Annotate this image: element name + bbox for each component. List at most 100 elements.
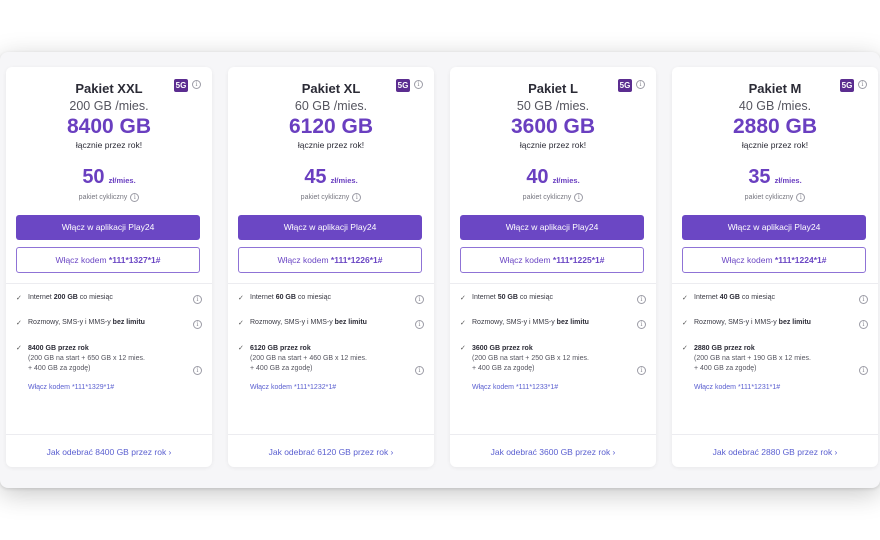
5g-badge: 5G: [174, 79, 188, 92]
divider: [672, 434, 878, 435]
feature-yearly-data: ✓ 6120 GB przez rok (200 GB na start + 4…: [238, 344, 424, 375]
how-to-get-link[interactable]: Jak odebrać 3600 GB przez rok ›: [450, 447, 656, 457]
info-icon[interactable]: i: [858, 80, 867, 89]
info-icon[interactable]: i: [193, 320, 202, 329]
info-icon[interactable]: i: [192, 80, 201, 89]
divider: [228, 434, 434, 435]
enable-in-app-button[interactable]: Włącz w aplikacji Play24: [16, 215, 200, 240]
feature-calls: ✓ Rozmowy, SMS-y i MMS-y bez limitu i: [238, 319, 424, 329]
price: 50 zł/mies.: [16, 166, 202, 189]
yearly-total-label: łącznie przez rok!: [519, 140, 587, 150]
info-icon[interactable]: i: [859, 295, 868, 304]
enable-by-code-button[interactable]: Włącz kodem *111*1327*1#: [16, 247, 200, 273]
activation-code: *111*1224*1#: [774, 255, 827, 265]
feature-yearly-data: ✓ 2880 GB przez rok (200 GB na start + 1…: [682, 344, 868, 375]
5g-badge: 5G: [840, 79, 854, 92]
offers-panel: 5G i Pakiet XXL 200 GB /mies. 8400 GB łą…: [0, 52, 880, 488]
extra-code-link[interactable]: Włącz kodem *111*1231*1#: [682, 384, 868, 391]
info-icon[interactable]: i: [859, 320, 868, 329]
price-unit: zł/mies.: [774, 176, 802, 185]
cycle-note: pakiet cykliczny i: [460, 193, 646, 202]
enable-by-code-button[interactable]: Włącz kodem *111*1224*1#: [682, 247, 866, 273]
feature-internet: ✓ Internet 50 GB co miesiąc i: [460, 294, 646, 304]
info-icon[interactable]: i: [415, 320, 424, 329]
package-card: 5G i Pakiet XXL 200 GB /mies. 8400 GB łą…: [6, 67, 212, 467]
info-icon[interactable]: i: [193, 366, 202, 375]
check-icon: ✓: [682, 345, 688, 352]
yearly-total: 2880 GB: [732, 115, 818, 138]
feature-calls: ✓ Rozmowy, SMS-y i MMS-y bez limitu i: [460, 319, 646, 329]
feature-yearly-data: ✓ 3600 GB przez rok (200 GB na start + 2…: [460, 344, 646, 375]
enable-by-code-button[interactable]: Włącz kodem *111*1225*1#: [460, 247, 644, 273]
feature-internet: ✓ Internet 200 GB co miesiąc i: [16, 294, 202, 304]
price-value: 50: [82, 166, 105, 188]
monthly-data: 60 GB /mies.: [294, 99, 368, 113]
package-card: 5G i Pakiet XL 60 GB /mies. 6120 GB łącz…: [228, 67, 434, 467]
yearly-total-label: łącznie przez rok!: [75, 140, 143, 150]
info-icon[interactable]: i: [859, 366, 868, 375]
monthly-data: 40 GB /mies.: [738, 99, 812, 113]
yearly-total-label: łącznie przez rok!: [297, 140, 365, 150]
info-icon[interactable]: i: [414, 80, 423, 89]
price: 40 zł/mies.: [460, 166, 646, 189]
feature-internet: ✓ Internet 40 GB co miesiąc i: [682, 294, 868, 304]
info-icon[interactable]: i: [130, 193, 140, 202]
price-value: 35: [748, 166, 771, 188]
price-value: 40: [526, 166, 549, 188]
feature-yearly-data: ✓ 8400 GB przez rok (200 GB na start + 6…: [16, 344, 202, 375]
yearly-total: 3600 GB: [510, 115, 596, 138]
check-icon: ✓: [460, 320, 466, 327]
monthly-data: 200 GB /mies.: [69, 99, 149, 113]
5g-badge: 5G: [618, 79, 632, 92]
check-icon: ✓: [682, 295, 688, 302]
cycle-label: pakiet cykliczny: [300, 194, 350, 201]
info-icon[interactable]: i: [193, 295, 202, 304]
cycle-note: pakiet cykliczny i: [16, 193, 202, 202]
info-icon[interactable]: i: [574, 193, 584, 202]
check-icon: ✓: [16, 345, 22, 352]
info-icon[interactable]: i: [637, 320, 646, 329]
price: 45 zł/mies.: [238, 166, 424, 189]
cycle-note: pakiet cykliczny i: [682, 193, 868, 202]
check-icon: ✓: [238, 345, 244, 352]
info-icon[interactable]: i: [352, 193, 362, 202]
check-icon: ✓: [460, 295, 466, 302]
code-prefix: Włącz kodem: [721, 255, 773, 265]
extra-code-link[interactable]: Włącz kodem *111*1232*1#: [238, 384, 424, 391]
divider: [672, 283, 878, 284]
package-cards: 5G i Pakiet XXL 200 GB /mies. 8400 GB łą…: [6, 67, 878, 467]
yearly-total: 8400 GB: [66, 115, 152, 138]
check-icon: ✓: [238, 295, 244, 302]
how-to-get-link[interactable]: Jak odebrać 6120 GB przez rok ›: [228, 447, 434, 457]
price: 35 zł/mies.: [682, 166, 868, 189]
divider: [228, 283, 434, 284]
divider: [6, 283, 212, 284]
feature-internet: ✓ Internet 60 GB co miesiąc i: [238, 294, 424, 304]
feature-calls: ✓ Rozmowy, SMS-y i MMS-y bez limitu i: [682, 319, 868, 329]
divider: [450, 283, 656, 284]
enable-by-code-button[interactable]: Włącz kodem *111*1226*1#: [238, 247, 422, 273]
info-icon[interactable]: i: [637, 366, 646, 375]
price-unit: zł/mies.: [552, 176, 580, 185]
divider: [450, 434, 656, 435]
how-to-get-link[interactable]: Jak odebrać 2880 GB przez rok ›: [672, 447, 878, 457]
cycle-label: pakiet cykliczny: [522, 194, 572, 201]
code-prefix: Włącz kodem: [499, 255, 551, 265]
extra-code-link[interactable]: Włącz kodem *111*1233*1#: [460, 384, 646, 391]
package-card: 5G i Pakiet M 40 GB /mies. 2880 GB łączn…: [672, 67, 878, 467]
info-icon[interactable]: i: [636, 80, 645, 89]
activation-code: *111*1225*1#: [552, 255, 605, 265]
info-icon[interactable]: i: [796, 193, 806, 202]
how-to-get-link[interactable]: Jak odebrać 8400 GB przez rok ›: [6, 447, 212, 457]
info-icon[interactable]: i: [637, 295, 646, 304]
enable-in-app-button[interactable]: Włącz w aplikacji Play24: [682, 215, 866, 240]
check-icon: ✓: [238, 320, 244, 327]
info-icon[interactable]: i: [415, 366, 424, 375]
enable-in-app-button[interactable]: Włącz w aplikacji Play24: [238, 215, 422, 240]
check-icon: ✓: [682, 320, 688, 327]
yearly-total: 6120 GB: [288, 115, 374, 138]
enable-in-app-button[interactable]: Włącz w aplikacji Play24: [460, 215, 644, 240]
monthly-data: 50 GB /mies.: [516, 99, 590, 113]
extra-code-link[interactable]: Włącz kodem *111*1329*1#: [16, 384, 202, 391]
info-icon[interactable]: i: [415, 295, 424, 304]
